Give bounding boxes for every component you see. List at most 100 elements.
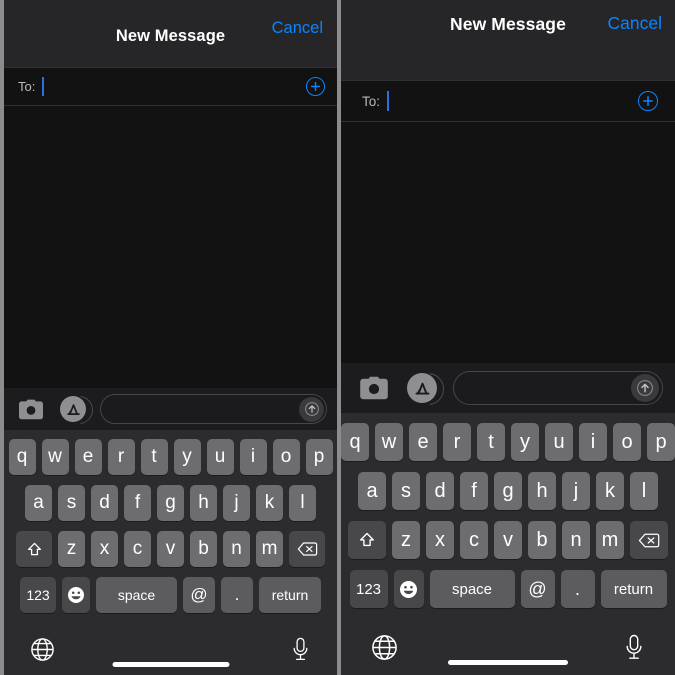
key-k[interactable]: k: [256, 485, 283, 521]
key-q[interactable]: q: [341, 423, 369, 461]
key-g[interactable]: g: [494, 472, 522, 510]
cancel-button[interactable]: Cancel: [608, 13, 662, 34]
send-arrow-up-icon[interactable]: [299, 396, 324, 422]
key-a[interactable]: a: [358, 472, 386, 510]
to-label: To:: [362, 93, 381, 109]
compose-toolbar: [4, 388, 337, 430]
key-m[interactable]: m: [596, 521, 624, 559]
send-arrow-up-icon[interactable]: [631, 374, 659, 402]
camera-icon[interactable]: [359, 376, 389, 401]
page-title: New Message: [115, 27, 226, 45]
smiley-emoji-icon[interactable]: [393, 570, 424, 608]
globe-language-icon[interactable]: [371, 634, 398, 661]
key-t[interactable]: t: [140, 439, 168, 475]
at-symbol-key[interactable]: @: [520, 570, 555, 608]
key-w[interactable]: w: [41, 439, 69, 475]
key-x[interactable]: x: [91, 531, 118, 567]
key-i[interactable]: i: [239, 439, 267, 475]
key-r[interactable]: r: [107, 439, 135, 475]
key-n[interactable]: n: [223, 531, 250, 567]
key-b[interactable]: b: [190, 531, 217, 567]
key-v[interactable]: v: [494, 521, 522, 559]
numeric-keyboard-button[interactable]: 123: [349, 570, 388, 608]
key-x[interactable]: x: [426, 521, 454, 559]
page-title: New Message: [450, 13, 566, 34]
key-e[interactable]: e: [74, 439, 102, 475]
message-input[interactable]: [453, 371, 663, 405]
home-indicator[interactable]: [112, 662, 229, 667]
app-store-icon[interactable]: [407, 373, 437, 403]
key-y[interactable]: y: [173, 439, 201, 475]
space-key[interactable]: space: [429, 570, 515, 608]
key-f[interactable]: f: [124, 485, 151, 521]
return-key[interactable]: return: [600, 570, 667, 608]
key-z[interactable]: z: [58, 531, 85, 567]
globe-language-icon[interactable]: [30, 637, 55, 662]
key-u[interactable]: u: [545, 423, 573, 461]
key-s[interactable]: s: [58, 485, 85, 521]
key-y[interactable]: y: [511, 423, 539, 461]
home-indicator[interactable]: [448, 660, 568, 665]
period-key[interactable]: .: [560, 570, 595, 608]
keyboard-row-3: z x c v b n m: [4, 531, 337, 567]
to-label: To:: [18, 79, 36, 94]
key-o[interactable]: o: [613, 423, 641, 461]
keyboard: q w e r t y u i o p a s d f g h j k l z …: [4, 430, 337, 623]
key-j[interactable]: j: [562, 472, 590, 510]
phone-screen-left: New Message Cancel To: q w e r t y u i o…: [4, 0, 337, 675]
key-v[interactable]: v: [157, 531, 184, 567]
key-i[interactable]: i: [579, 423, 607, 461]
key-h[interactable]: h: [528, 472, 556, 510]
space-key[interactable]: space: [96, 577, 177, 613]
key-c[interactable]: c: [124, 531, 151, 567]
at-symbol-key[interactable]: @: [183, 577, 215, 613]
key-u[interactable]: u: [206, 439, 234, 475]
key-n[interactable]: n: [562, 521, 590, 559]
key-r[interactable]: r: [443, 423, 471, 461]
plus-circle-icon[interactable]: [638, 91, 658, 111]
key-d[interactable]: d: [91, 485, 118, 521]
backspace-delete-icon[interactable]: [630, 521, 668, 559]
app-store-icon[interactable]: [60, 396, 86, 422]
key-q[interactable]: q: [8, 439, 36, 475]
smiley-emoji-icon[interactable]: [62, 577, 90, 613]
key-h[interactable]: h: [190, 485, 217, 521]
key-l[interactable]: l: [630, 472, 658, 510]
key-p[interactable]: p: [647, 423, 675, 461]
key-o[interactable]: o: [272, 439, 300, 475]
key-b[interactable]: b: [528, 521, 556, 559]
conversation-area: [4, 106, 337, 388]
key-z[interactable]: z: [392, 521, 420, 559]
keyboard-bottom-bar: [341, 619, 675, 675]
keyboard: q w e r t y u i o p a s d f g h j k l z …: [341, 413, 675, 619]
key-f[interactable]: f: [460, 472, 488, 510]
key-l[interactable]: l: [289, 485, 316, 521]
key-s[interactable]: s: [392, 472, 420, 510]
backspace-delete-icon[interactable]: [289, 531, 325, 567]
numeric-keyboard-button[interactable]: 123: [20, 577, 56, 613]
return-key[interactable]: return: [259, 577, 321, 613]
key-d[interactable]: d: [426, 472, 454, 510]
microphone-dictation-icon[interactable]: [290, 637, 311, 662]
cancel-button[interactable]: Cancel: [272, 19, 323, 38]
shift-up-arrow-icon[interactable]: [16, 531, 52, 567]
key-j[interactable]: j: [223, 485, 250, 521]
to-recipient-field[interactable]: To:: [341, 80, 675, 122]
key-e[interactable]: e: [409, 423, 437, 461]
key-m[interactable]: m: [256, 531, 283, 567]
key-c[interactable]: c: [460, 521, 488, 559]
key-k[interactable]: k: [596, 472, 624, 510]
microphone-dictation-icon[interactable]: [623, 634, 645, 661]
key-w[interactable]: w: [375, 423, 403, 461]
shift-up-arrow-icon[interactable]: [348, 521, 386, 559]
period-key[interactable]: .: [221, 577, 253, 613]
key-a[interactable]: a: [25, 485, 52, 521]
key-g[interactable]: g: [157, 485, 184, 521]
plus-circle-icon[interactable]: [306, 77, 325, 96]
to-recipient-field[interactable]: To:: [4, 67, 337, 106]
key-p[interactable]: p: [305, 439, 333, 475]
key-t[interactable]: t: [477, 423, 505, 461]
camera-icon[interactable]: [18, 398, 44, 420]
message-input[interactable]: [100, 394, 327, 424]
compose-toolbar: [341, 363, 675, 413]
